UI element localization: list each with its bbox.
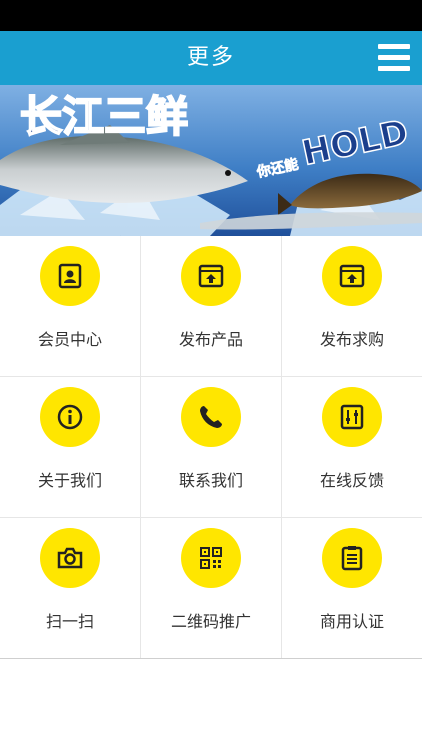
menu-item-label: 会员中心 [37, 330, 102, 349]
page-title: 更多 [186, 45, 235, 70]
phone-icon [181, 387, 241, 447]
menu-item-label: 在线反馈 [319, 471, 384, 490]
menu-item-about-us[interactable]: 关于我们 [0, 377, 140, 517]
header-bar: 更多 [0, 31, 422, 85]
menu-item-scan[interactable]: 扫一扫 [0, 518, 140, 658]
menu-item-label: 二维码推广 [170, 612, 251, 631]
status-bar [0, 0, 422, 31]
menu-item-label: 商用认证 [319, 612, 384, 631]
banner-image: 长江三鲜 你还能 HOLD [0, 85, 422, 236]
member-card-icon [40, 246, 100, 306]
upload-window-icon [322, 246, 382, 306]
menu-item-label: 发布产品 [178, 330, 243, 349]
menu-item-qrcode-promotion[interactable]: 二维码推广 [141, 518, 281, 658]
menu-item-member-center[interactable]: 会员中心 [0, 236, 140, 376]
menu-item-label: 联系我们 [178, 471, 243, 490]
menu-item-label: 发布求购 [319, 330, 384, 349]
menu-item-label: 扫一扫 [45, 612, 94, 631]
menu-item-publish-product[interactable]: 发布产品 [141, 236, 281, 376]
promo-banner[interactable]: 长江三鲜 你还能 HOLD [0, 85, 422, 236]
hamburger-bar [378, 55, 410, 60]
upload-window-icon [181, 246, 241, 306]
info-icon [40, 387, 100, 447]
banner-title: 长江三鲜 [20, 92, 188, 141]
menu-item-contact-us[interactable]: 联系我们 [141, 377, 281, 517]
menu-button[interactable] [378, 42, 410, 74]
menu-grid: 会员中心 发布产品 发布求购 关于我们 联系我们 在线反馈 扫一扫 二维码推广 … [0, 236, 422, 659]
menu-item-label: 关于我们 [37, 471, 102, 490]
menu-item-publish-purchase[interactable]: 发布求购 [282, 236, 422, 376]
hamburger-icon [378, 44, 410, 49]
feedback-icon [322, 387, 382, 447]
menu-item-business-certification[interactable]: 商用认证 [282, 518, 422, 658]
camera-icon [40, 528, 100, 588]
menu-item-online-feedback[interactable]: 在线反馈 [282, 377, 422, 517]
clipboard-icon [322, 528, 382, 588]
qrcode-icon [181, 528, 241, 588]
hamburger-bar [378, 66, 410, 71]
